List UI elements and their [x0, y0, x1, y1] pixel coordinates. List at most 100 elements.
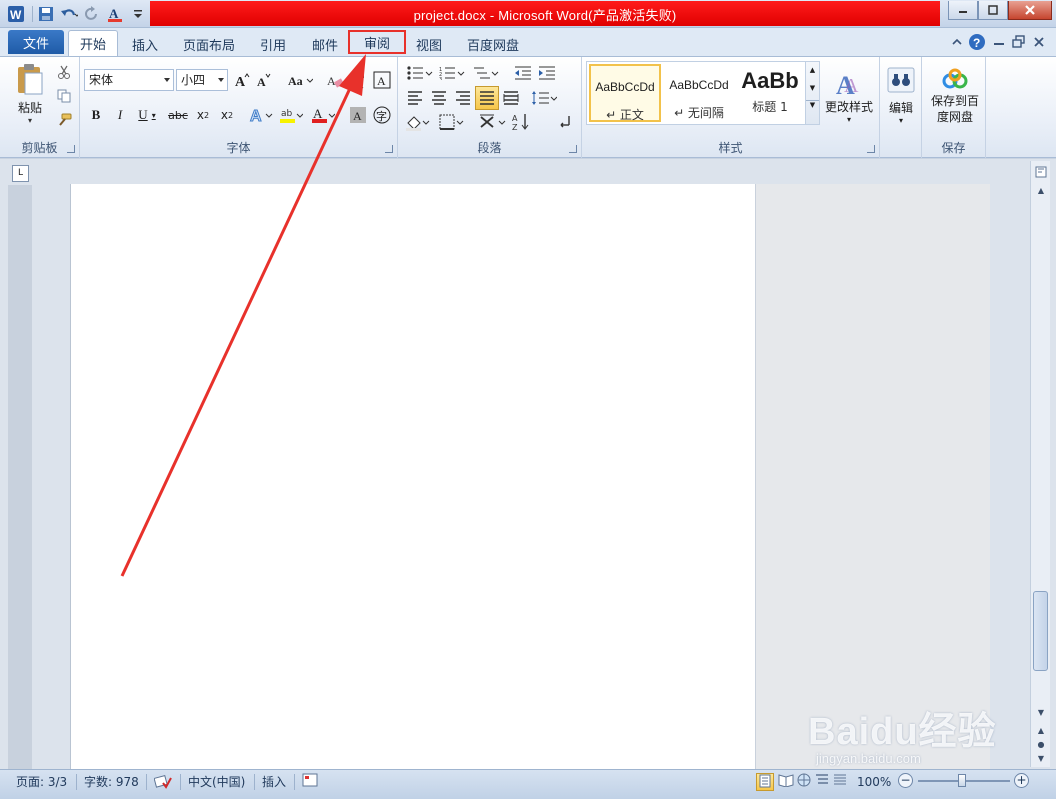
numbering-icon[interactable]: 123: [438, 63, 466, 83]
show-formatting-marks-icon[interactable]: [554, 111, 576, 133]
doc-restore-icon[interactable]: [1012, 35, 1026, 49]
shading-icon[interactable]: [404, 111, 432, 133]
minimize-button[interactable]: [948, 1, 978, 20]
save-to-baidu-button[interactable]: 保存到百度网盘: [926, 61, 984, 131]
styles-gallery-scroll[interactable]: ▲ ▼ ▼: [805, 62, 819, 124]
increase-indent-icon[interactable]: [536, 63, 558, 83]
paste-button[interactable]: 粘贴 ▾: [10, 61, 50, 127]
draft-view-icon[interactable]: [832, 773, 850, 791]
tab-view[interactable]: 视图: [408, 32, 450, 56]
styles-scroll-down-icon[interactable]: ▼: [806, 84, 819, 92]
paragraph-dialog-launcher[interactable]: [569, 145, 577, 153]
editing-button[interactable]: 编辑 ▾: [884, 61, 918, 131]
doc-minimize-icon[interactable]: [992, 35, 1006, 49]
grow-font-icon[interactable]: A: [232, 69, 252, 91]
chinese-layout-icon[interactable]: [478, 111, 508, 133]
page-count[interactable]: 页面: 3/3: [16, 773, 67, 791]
redo-icon[interactable]: [82, 4, 102, 24]
scroll-down-icon[interactable]: ▼: [1034, 705, 1048, 719]
style-normal[interactable]: AaBbCcDd ↵ 正文: [589, 64, 661, 122]
language[interactable]: 中文(中国): [188, 773, 245, 791]
doc-close-icon[interactable]: [1032, 35, 1046, 49]
font-color-icon[interactable]: A: [105, 4, 125, 24]
change-styles-button[interactable]: AA 更改样式 ▾: [822, 61, 876, 131]
previous-page-icon[interactable]: ▲: [1034, 723, 1048, 737]
tab-review[interactable]: 审阅: [348, 30, 406, 54]
font-color-button-icon[interactable]: A: [310, 103, 336, 127]
font-dialog-launcher[interactable]: [385, 145, 393, 153]
sort-icon[interactable]: AZ: [510, 111, 532, 133]
browse-object-icon[interactable]: ●: [1034, 737, 1048, 751]
style-heading-1[interactable]: AaBb 标题 1: [735, 64, 805, 122]
line-spacing-icon[interactable]: [530, 87, 558, 109]
style-no-spacing[interactable]: AaBbCcDd ↵ 无间隔: [663, 64, 735, 122]
clear-formatting-icon[interactable]: A: [326, 69, 346, 91]
zoom-slider-thumb[interactable]: [958, 774, 966, 787]
phonetic-guide-icon[interactable]: 变 wén: [348, 69, 368, 91]
vertical-scrollbar[interactable]: ▲ ▼ ▲ ● ▼: [1030, 161, 1050, 767]
font-size-combo[interactable]: 小四: [176, 69, 228, 91]
character-shading-icon[interactable]: A: [348, 103, 368, 127]
align-left-icon[interactable]: [404, 87, 426, 109]
change-case-icon[interactable]: Aa: [286, 69, 314, 91]
format-painter-icon[interactable]: [54, 111, 74, 129]
cut-icon[interactable]: [54, 63, 74, 81]
tab-references[interactable]: 引用: [252, 32, 294, 56]
macro-record-icon[interactable]: [302, 773, 320, 791]
character-border-icon[interactable]: A: [372, 69, 392, 91]
strikethrough-button[interactable]: abc: [166, 103, 190, 127]
word-count[interactable]: 字数: 978: [84, 773, 139, 791]
outline-view-icon[interactable]: [814, 773, 832, 791]
bold-button[interactable]: B: [84, 103, 108, 127]
tab-home[interactable]: 开始: [68, 30, 118, 56]
ribbon-collapse-icon[interactable]: [952, 37, 962, 47]
save-icon[interactable]: [36, 4, 56, 24]
align-right-icon[interactable]: [452, 87, 474, 109]
styles-more-icon[interactable]: ▼: [806, 100, 819, 109]
align-center-icon[interactable]: [428, 87, 450, 109]
distributed-icon[interactable]: [500, 87, 522, 109]
tab-selector-icon[interactable]: L: [12, 165, 29, 182]
borders-icon[interactable]: [438, 111, 466, 133]
web-layout-icon[interactable]: [796, 773, 814, 791]
insert-mode[interactable]: 插入: [262, 773, 286, 791]
tab-page-layout[interactable]: 页面布局: [176, 32, 242, 56]
shrink-font-icon[interactable]: A: [254, 69, 274, 91]
bullets-icon[interactable]: [406, 63, 434, 83]
copy-icon[interactable]: [54, 87, 74, 105]
clipboard-dialog-launcher[interactable]: [67, 145, 75, 153]
help-icon[interactable]: ?: [968, 33, 986, 51]
zoom-level[interactable]: 100%: [857, 773, 891, 791]
close-button[interactable]: [1008, 1, 1052, 20]
font-name-combo[interactable]: 宋体: [84, 69, 174, 91]
scroll-thumb[interactable]: [1033, 591, 1048, 671]
document-page[interactable]: [70, 184, 990, 769]
proofing-icon[interactable]: [153, 773, 174, 791]
maximize-button[interactable]: [978, 1, 1008, 20]
zoom-in-button[interactable]: +: [1014, 773, 1029, 788]
styles-dialog-launcher[interactable]: [867, 145, 875, 153]
view-ruler-icon[interactable]: [1034, 165, 1048, 179]
text-effects-icon[interactable]: A: [248, 103, 274, 127]
undo-icon[interactable]: [59, 4, 79, 24]
underline-button[interactable]: U ▾: [132, 103, 162, 127]
tab-insert[interactable]: 插入: [122, 32, 168, 56]
multilevel-list-icon[interactable]: [472, 63, 500, 83]
decrease-indent-icon[interactable]: [512, 63, 534, 83]
customize-qat-icon[interactable]: [128, 4, 148, 24]
tab-mailings[interactable]: 邮件: [304, 32, 346, 56]
zoom-out-button[interactable]: −: [898, 773, 913, 788]
subscript-button[interactable]: x2: [192, 103, 214, 127]
full-screen-reading-icon[interactable]: [778, 773, 796, 791]
scroll-up-icon[interactable]: ▲: [1034, 183, 1048, 197]
tab-baidu-netdisk[interactable]: 百度网盘: [460, 32, 526, 56]
next-page-icon[interactable]: ▼: [1034, 751, 1048, 765]
italic-button[interactable]: I: [108, 103, 132, 127]
highlight-color-icon[interactable]: ab: [278, 103, 304, 127]
justify-button[interactable]: [475, 86, 499, 110]
styles-scroll-up-icon[interactable]: ▲: [806, 66, 819, 74]
print-layout-view-icon[interactable]: [756, 773, 774, 791]
word-logo-icon[interactable]: W: [6, 4, 26, 24]
superscript-button[interactable]: x2: [216, 103, 238, 127]
tab-file[interactable]: 文件: [8, 30, 64, 54]
